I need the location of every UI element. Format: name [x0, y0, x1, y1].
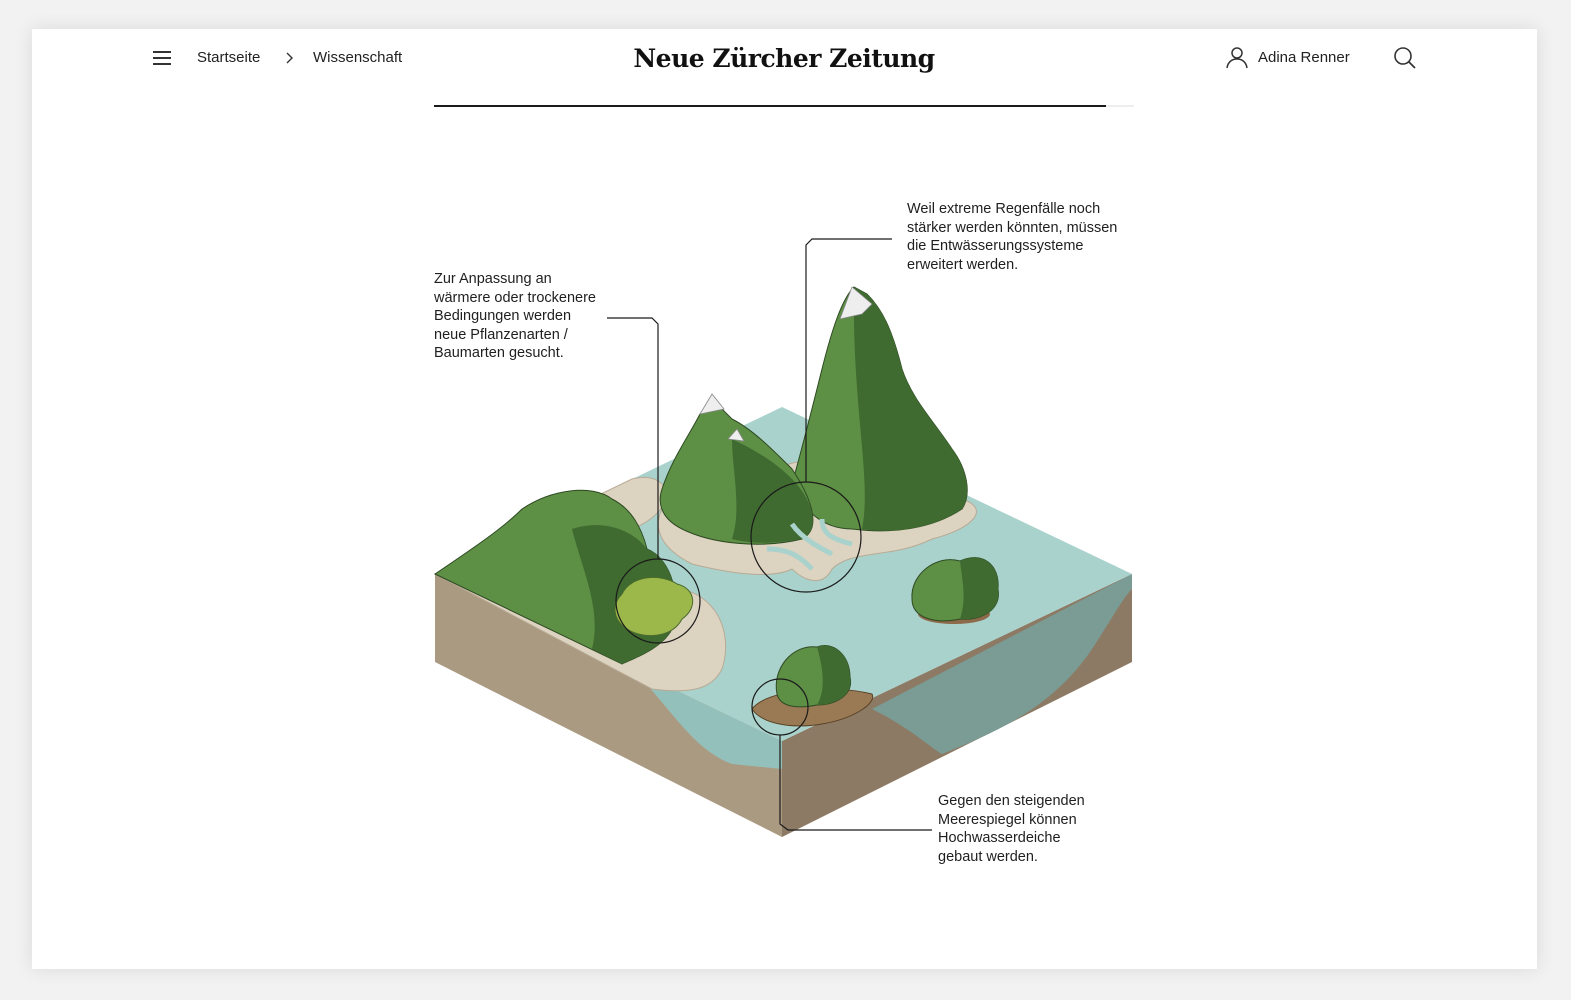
- annotation-dikes: Gegen den steigenden Meerespiegel können…: [938, 793, 1085, 865]
- climate-adaptation-illustration: [433, 238, 1132, 837]
- browser-window: Startseite Wissenschaft Neue Zürcher Zei…: [32, 29, 1537, 969]
- annotation-drainage: Weil extreme Regenfälle noch stärker wer…: [907, 201, 1118, 273]
- annotation-plants: Zur Anpassung an wärmere oder trockenere…: [434, 271, 596, 361]
- mountain-large-shade: [853, 287, 968, 531]
